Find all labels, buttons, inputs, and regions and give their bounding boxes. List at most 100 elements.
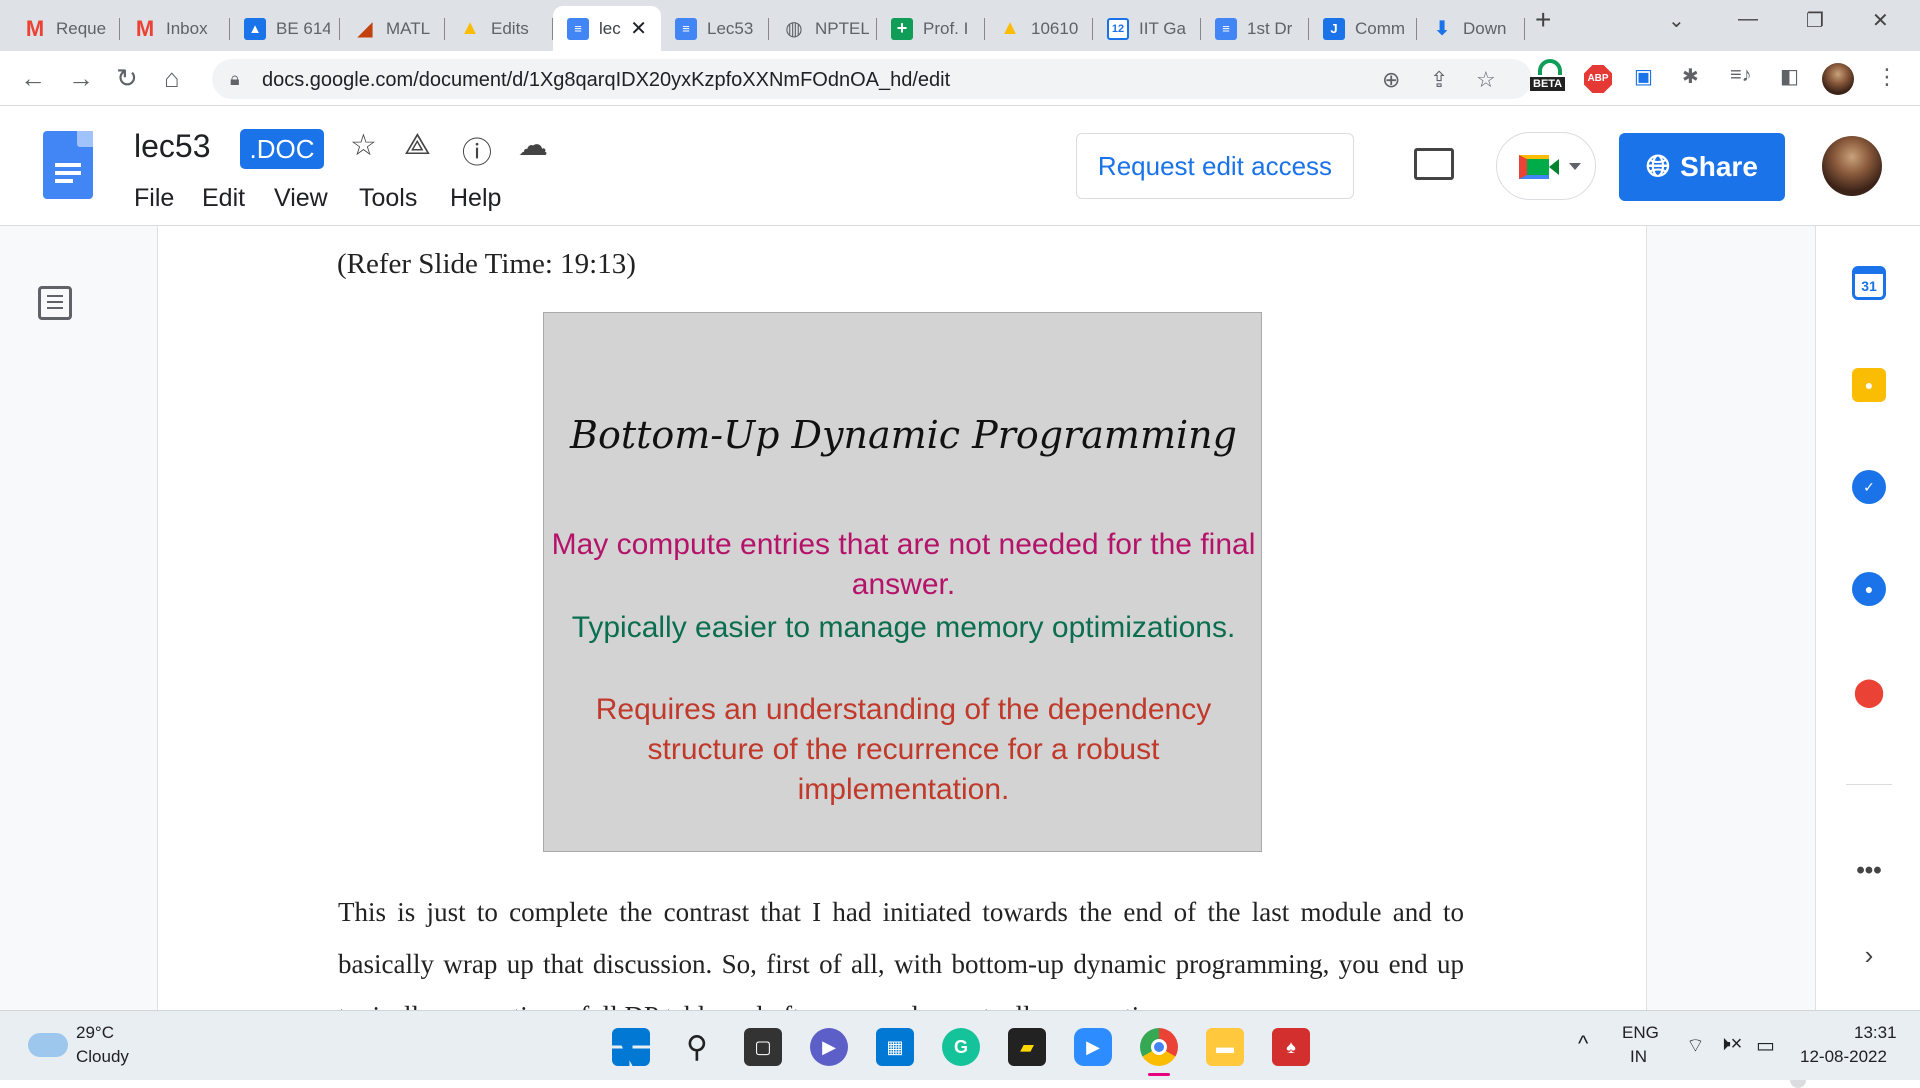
browser-tab-strip: M Reque M Inbox ▲ BE 614 ◢ MATL ▲ Edits … bbox=[0, 0, 1920, 51]
bookmark-star-icon[interactable]: ☆ bbox=[1476, 67, 1496, 93]
keep-icon[interactable]: ● bbox=[1852, 368, 1886, 402]
show-hidden-icons-chevron[interactable]: ^ bbox=[1578, 1031, 1588, 1057]
panel-divider bbox=[1846, 784, 1892, 785]
extensions-puzzle-icon[interactable]: ✱ bbox=[1682, 64, 1699, 89]
lock-icon[interactable]: 🔒︎ bbox=[230, 69, 240, 90]
menu-view[interactable]: View bbox=[274, 184, 328, 213]
input-language[interactable]: ENG bbox=[1622, 1023, 1659, 1043]
tab-lec-active[interactable]: ≡ lec ✕ bbox=[553, 6, 661, 51]
tab-search-chevron-icon[interactable]: ⌄ bbox=[1668, 8, 1685, 33]
grammarly-icon[interactable]: G bbox=[942, 1028, 980, 1066]
zoom-icon[interactable]: ⊕ bbox=[1382, 67, 1400, 93]
clock-time[interactable]: 13:31 bbox=[1854, 1023, 1897, 1043]
star-icon[interactable]: ☆ bbox=[350, 128, 377, 163]
download-icon: ⬇ bbox=[1433, 18, 1451, 40]
request-edit-access-button[interactable]: Request edit access bbox=[1076, 133, 1354, 199]
tab-1st-draft[interactable]: ≡ 1st Dr bbox=[1201, 6, 1309, 51]
menu-help[interactable]: Help bbox=[450, 184, 501, 213]
move-to-drive-icon[interactable]: ⟁ bbox=[404, 128, 431, 162]
docs-icon: ≡ bbox=[675, 17, 697, 40]
profile-avatar[interactable] bbox=[1822, 63, 1854, 95]
meet-icon bbox=[1519, 155, 1549, 179]
plus-sheet-icon: + bbox=[891, 17, 913, 40]
zoom-app-icon[interactable]: ▶ bbox=[1074, 1028, 1112, 1066]
acrobat-reader-icon[interactable]: ♠ bbox=[1272, 1028, 1310, 1066]
tab-lec53[interactable]: ≡ Lec53 bbox=[661, 6, 769, 51]
active-app-indicator bbox=[1148, 1073, 1170, 1076]
tab-edits[interactable]: ▲ Edits bbox=[445, 6, 553, 51]
reload-button[interactable]: ↻ bbox=[116, 63, 138, 93]
new-tab-button[interactable]: + bbox=[1535, 4, 1551, 36]
tab-10610[interactable]: ▲ 10610 bbox=[985, 6, 1093, 51]
tasks-icon[interactable]: ✓ bbox=[1852, 470, 1886, 504]
cloud-saved-icon[interactable]: ☁ bbox=[518, 128, 548, 163]
windows-taskbar: 29°C Cloudy ⚲ ▢ ▶ ▦ G ▰ ▶ ▬ ♠ ^ ENG IN ⌔… bbox=[0, 1010, 1920, 1080]
address-bar[interactable]: 🔒︎ docs.google.com/document/d/1Xg8qarqID… bbox=[212, 59, 1532, 99]
minimize-button[interactable]: — bbox=[1738, 8, 1758, 31]
close-tab-icon[interactable]: ✕ bbox=[630, 16, 647, 41]
tab-downloads[interactable]: ⬇ Down bbox=[1417, 6, 1525, 51]
tab-gmail-inbox[interactable]: M Inbox bbox=[120, 6, 230, 51]
menu-tools[interactable]: Tools bbox=[359, 184, 417, 213]
chevron-right-icon[interactable]: › bbox=[1852, 938, 1886, 972]
speaker-muted-icon[interactable]: 🕨︎× bbox=[1718, 1033, 1742, 1056]
media-control-icon[interactable]: ≡♪ bbox=[1730, 64, 1752, 87]
adblock-icon[interactable]: ABP bbox=[1584, 65, 1612, 93]
teams-chat-icon[interactable]: ▶ bbox=[810, 1028, 848, 1066]
docs-logo-icon[interactable] bbox=[43, 131, 93, 199]
share-page-icon[interactable]: ⇪ bbox=[1430, 67, 1448, 93]
close-window-button[interactable]: ✕ bbox=[1872, 8, 1889, 33]
tab-prof[interactable]: + Prof. I bbox=[877, 6, 985, 51]
drive-icon: ▲ bbox=[460, 17, 480, 39]
forward-button[interactable]: → bbox=[68, 63, 94, 93]
sticky-notes-icon[interactable]: ▰ bbox=[1008, 1028, 1046, 1066]
contacts-icon[interactable]: ● bbox=[1852, 572, 1886, 606]
maps-pin-icon[interactable]: ⬤ bbox=[1852, 674, 1886, 708]
tab-matlab[interactable]: ◢ MATL bbox=[340, 6, 445, 51]
screen-capture-icon[interactable]: ▣ bbox=[1634, 64, 1653, 89]
home-button[interactable]: ⌂ bbox=[164, 63, 180, 93]
tab-be614[interactable]: ▲ BE 614 bbox=[230, 6, 340, 51]
share-button[interactable]: 🌐︎ Share bbox=[1619, 133, 1785, 201]
slide-point-3: Requires an understanding of the depende… bbox=[595, 693, 1212, 806]
weather-temp[interactable]: 29°C bbox=[76, 1023, 114, 1043]
beta-extension-icon[interactable]: BETA bbox=[1530, 57, 1570, 97]
tab-iit[interactable]: 12 IIT Ga bbox=[1093, 6, 1201, 51]
account-avatar[interactable] bbox=[1822, 136, 1882, 196]
browser-menu-icon[interactable]: ⋮ bbox=[1876, 64, 1898, 90]
side-panel-icon[interactable]: ◧ bbox=[1780, 64, 1799, 89]
docs-icon: ≡ bbox=[567, 17, 589, 40]
tab-comm[interactable]: J Comm bbox=[1309, 6, 1417, 51]
info-icon[interactable]: ⓘ bbox=[462, 128, 492, 172]
docs-header: lec53 .DOC ☆ ⟁ ⓘ ☁ File Edit View Tools … bbox=[0, 106, 1920, 226]
chrome-icon[interactable] bbox=[1140, 1028, 1178, 1066]
weather-cloud-icon[interactable] bbox=[28, 1033, 68, 1057]
calendar-icon[interactable]: 31 bbox=[1852, 266, 1886, 300]
comment-history-icon[interactable] bbox=[1414, 148, 1454, 180]
battery-icon[interactable]: ▭ bbox=[1756, 1033, 1775, 1058]
weather-condition[interactable]: Cloudy bbox=[76, 1047, 129, 1067]
file-explorer-icon[interactable]: ▬ bbox=[1206, 1028, 1244, 1066]
wifi-icon[interactable]: ⌔ bbox=[1686, 1033, 1705, 1058]
document-outline-icon[interactable] bbox=[38, 286, 72, 320]
restore-button[interactable]: ❐ bbox=[1806, 8, 1824, 33]
tab-gmail-request[interactable]: M Reque bbox=[10, 6, 120, 51]
search-icon[interactable]: ⚲ bbox=[678, 1028, 716, 1066]
input-region[interactable]: IN bbox=[1630, 1047, 1647, 1067]
tab-nptel[interactable]: ◍ NPTEL bbox=[769, 6, 877, 51]
tab-label: Inbox bbox=[166, 18, 208, 38]
url-text[interactable]: docs.google.com/document/d/1Xg8qarqIDX20… bbox=[262, 69, 950, 92]
tab-label: Prof. I bbox=[923, 18, 969, 38]
tab-label: Lec53 bbox=[707, 18, 754, 38]
task-view-icon[interactable]: ▢ bbox=[744, 1028, 782, 1066]
more-options-icon[interactable]: ••• bbox=[1852, 854, 1886, 888]
meet-button[interactable] bbox=[1496, 132, 1596, 200]
file-type-badge: .DOC bbox=[240, 129, 324, 169]
clock-date[interactable]: 12-08-2022 bbox=[1800, 1047, 1887, 1067]
document-title[interactable]: lec53 bbox=[134, 128, 211, 165]
start-button[interactable] bbox=[612, 1028, 650, 1066]
back-button[interactable]: ← bbox=[20, 63, 46, 93]
menu-file[interactable]: File bbox=[134, 184, 174, 213]
menu-edit[interactable]: Edit bbox=[202, 184, 245, 213]
microsoft-store-icon[interactable]: ▦ bbox=[876, 1028, 914, 1066]
